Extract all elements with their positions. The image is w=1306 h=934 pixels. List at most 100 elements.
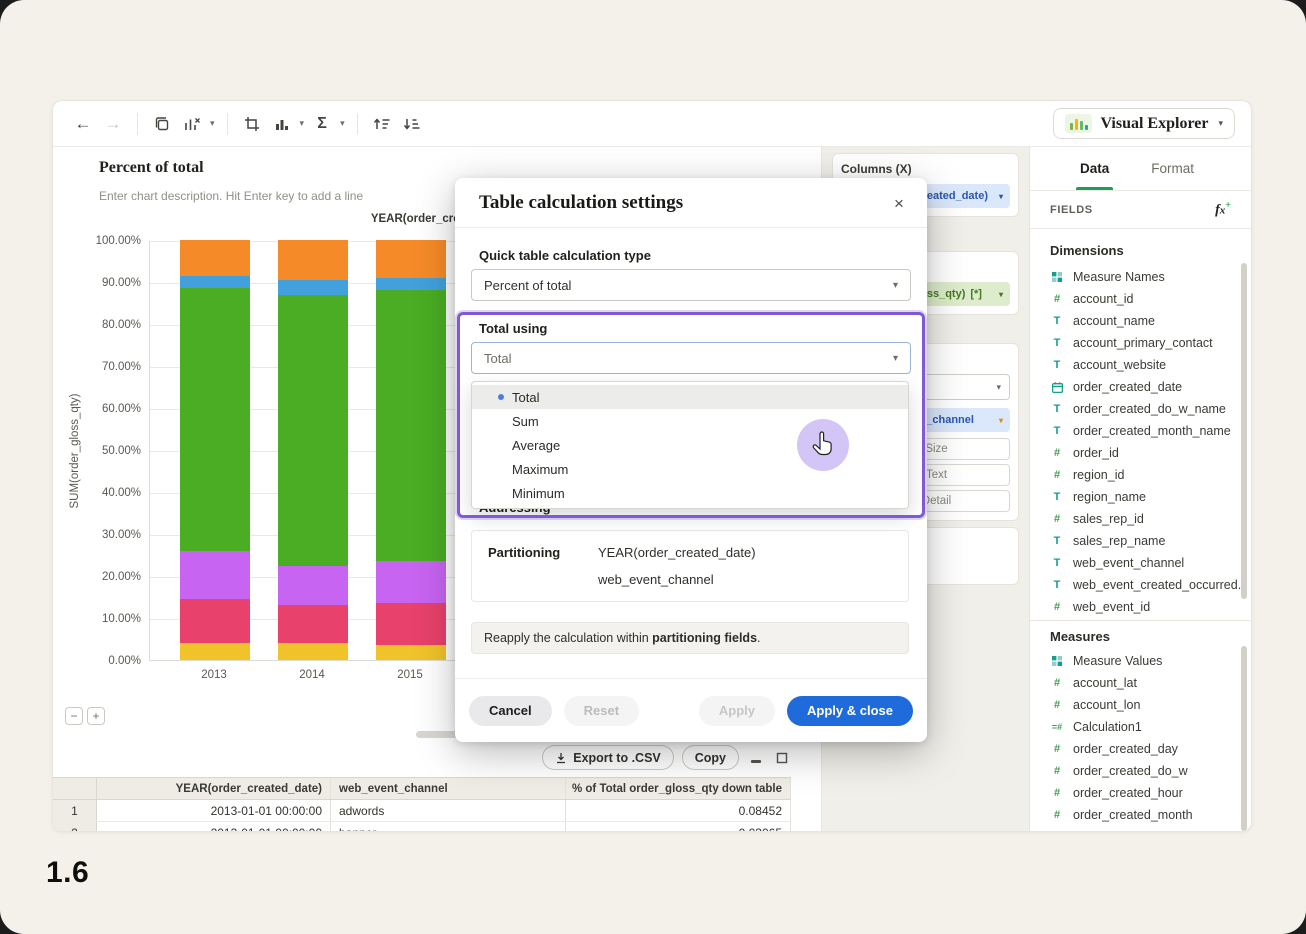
fields-divider bbox=[1030, 620, 1251, 621]
field-web_event_id[interactable]: #web_event_id bbox=[1030, 596, 1251, 618]
bar-segment-segment-orange[interactable] bbox=[180, 240, 250, 276]
y-tick-label: 40.00% bbox=[102, 487, 141, 499]
field-MeasureNames[interactable]: Measure Names bbox=[1030, 266, 1251, 288]
bar-segment-segment-yellow[interactable] bbox=[376, 645, 446, 660]
undo-back-button[interactable]: ← bbox=[69, 109, 97, 139]
sort-descending-button[interactable] bbox=[398, 109, 426, 139]
chevron-down-icon[interactable]: ▾ bbox=[338, 118, 347, 129]
add-calculation-icon[interactable]: fx+ bbox=[1215, 200, 1231, 219]
visual-explorer-menu[interactable]: Visual Explorer ▾ bbox=[1053, 108, 1235, 139]
field-web_event_channel[interactable]: Tweb_event_channel bbox=[1030, 552, 1251, 574]
field-account_id[interactable]: #account_id bbox=[1030, 288, 1251, 310]
field-MeasureValues[interactable]: Measure Values bbox=[1030, 650, 1251, 672]
toolbar-divider bbox=[357, 113, 358, 135]
field-order_created_hour[interactable]: #order_created_hour bbox=[1030, 782, 1251, 804]
field-Calculation1[interactable]: =#Calculation1 bbox=[1030, 716, 1251, 738]
field-order_created_day[interactable]: #order_created_day bbox=[1030, 738, 1251, 760]
sort-ascending-button[interactable] bbox=[368, 109, 396, 139]
chevron-down-icon[interactable]: ▾ bbox=[298, 118, 307, 129]
crop-button[interactable] bbox=[238, 109, 266, 139]
quick-calc-select[interactable]: Percent of total ▾ bbox=[471, 269, 911, 301]
tab-data[interactable]: Data bbox=[1080, 147, 1109, 190]
y-tick-label: 70.00% bbox=[102, 361, 141, 373]
bar-segment-segment-blue[interactable] bbox=[376, 278, 446, 291]
bar-segment-segment-blue[interactable] bbox=[180, 276, 250, 289]
close-icon[interactable]: × bbox=[887, 192, 911, 216]
duplicate-icon bbox=[153, 115, 171, 133]
cancel-button[interactable]: Cancel bbox=[469, 696, 552, 726]
chart-title[interactable]: Percent of total bbox=[99, 159, 204, 177]
dropdown-option-average[interactable]: Average bbox=[472, 433, 908, 457]
table-col-header bbox=[53, 778, 97, 799]
field-account_website[interactable]: Taccount_website bbox=[1030, 354, 1251, 376]
field-account_primary_contact[interactable]: Taccount_primary_contact bbox=[1030, 332, 1251, 354]
zoom-in-button[interactable]: + bbox=[87, 707, 105, 725]
field-account_lon[interactable]: #account_lon bbox=[1030, 694, 1251, 716]
bar-segment-segment-crimson[interactable] bbox=[278, 605, 348, 643]
field-region_id[interactable]: #region_id bbox=[1030, 464, 1251, 486]
stacked-bar-2015[interactable] bbox=[376, 240, 446, 660]
reset-button[interactable]: Reset bbox=[564, 696, 639, 726]
dropdown-option-minimum[interactable]: Minimum bbox=[472, 481, 908, 505]
field-region_name[interactable]: Tregion_name bbox=[1030, 486, 1251, 508]
duplicate-chart-button[interactable] bbox=[148, 109, 176, 139]
modal-footer: Cancel Reset Apply Apply & close bbox=[455, 678, 927, 742]
field-order_created_month_name[interactable]: Torder_created_month_name bbox=[1030, 420, 1251, 442]
collapse-table-button[interactable] bbox=[747, 749, 765, 767]
bar-segment-segment-orange[interactable] bbox=[376, 240, 446, 278]
bar-segment-segment-purple[interactable] bbox=[180, 551, 250, 599]
dropdown-option-sum[interactable]: Sum bbox=[472, 409, 908, 433]
field-order_created_month[interactable]: #order_created_month bbox=[1030, 804, 1251, 826]
bar-segment-segment-green[interactable] bbox=[278, 295, 348, 566]
scrollbar-thumb[interactable] bbox=[1241, 646, 1247, 831]
dropdown-option-maximum[interactable]: Maximum bbox=[472, 457, 908, 481]
bar-segment-segment-blue[interactable] bbox=[278, 280, 348, 295]
field-web_event_created_occurred[interactable]: Tweb_event_created_occurred... bbox=[1030, 574, 1251, 596]
stacked-bar-2013[interactable] bbox=[180, 240, 250, 660]
bar-segment-segment-green[interactable] bbox=[180, 288, 250, 551]
aggregate-button[interactable]: Σ bbox=[308, 109, 336, 139]
clear-chart-button[interactable] bbox=[178, 109, 206, 139]
apply-button[interactable]: Apply bbox=[699, 696, 775, 726]
measure-grid-icon bbox=[1050, 271, 1064, 283]
bar-segment-segment-yellow[interactable] bbox=[180, 643, 250, 660]
number-field-icon: # bbox=[1050, 765, 1064, 777]
field-order_created_date[interactable]: order_created_date bbox=[1030, 376, 1251, 398]
field-order_created_do_w_name[interactable]: Torder_created_do_w_name bbox=[1030, 398, 1251, 420]
bar-segment-segment-crimson[interactable] bbox=[180, 599, 250, 643]
y-tick-label: 100.00% bbox=[96, 235, 141, 247]
field-sales_rep_id[interactable]: #sales_rep_id bbox=[1030, 508, 1251, 530]
field-order_created_quarter[interactable]: #order_created_quarter bbox=[1030, 826, 1251, 831]
chart-description-placeholder[interactable]: Enter chart description. Hit Enter key t… bbox=[99, 189, 363, 203]
bar-segment-segment-orange[interactable] bbox=[278, 240, 348, 280]
chart-type-button[interactable] bbox=[268, 109, 296, 139]
redo-forward-button[interactable]: → bbox=[99, 109, 127, 139]
field-order_id[interactable]: #order_id bbox=[1030, 442, 1251, 464]
export-csv-button[interactable]: Export to .CSV bbox=[542, 745, 674, 770]
scrollbar-thumb[interactable] bbox=[1241, 263, 1247, 599]
apply-close-button[interactable]: Apply & close bbox=[787, 696, 913, 726]
tab-format[interactable]: Format bbox=[1151, 147, 1194, 190]
copy-button[interactable]: Copy bbox=[682, 745, 739, 770]
dropdown-option-total[interactable]: Total bbox=[472, 385, 908, 409]
zoom-out-button[interactable]: − bbox=[65, 707, 83, 725]
chevron-down-icon: ▾ bbox=[1218, 118, 1223, 129]
stacked-bar-2014[interactable] bbox=[278, 240, 348, 660]
bar-segment-segment-crimson[interactable] bbox=[376, 603, 446, 645]
field-account_name[interactable]: Taccount_name bbox=[1030, 310, 1251, 332]
number-field-icon: # bbox=[1050, 809, 1064, 821]
table-cell: 0.08452 bbox=[566, 800, 791, 821]
field-sales_rep_name[interactable]: Tsales_rep_name bbox=[1030, 530, 1251, 552]
expand-table-button[interactable] bbox=[773, 749, 791, 767]
text-field-icon: T bbox=[1050, 579, 1064, 591]
visual-explorer-label: Visual Explorer bbox=[1100, 115, 1208, 133]
chevron-down-icon[interactable]: ▾ bbox=[208, 118, 217, 129]
field-account_lat[interactable]: #account_lat bbox=[1030, 672, 1251, 694]
bar-segment-segment-purple[interactable] bbox=[376, 561, 446, 603]
field-order_created_do_w[interactable]: #order_created_do_w bbox=[1030, 760, 1251, 782]
bar-segment-segment-yellow[interactable] bbox=[278, 643, 348, 660]
bar-segment-segment-purple[interactable] bbox=[278, 566, 348, 606]
bar-segment-segment-green[interactable] bbox=[376, 290, 446, 561]
text-field-icon: T bbox=[1050, 425, 1064, 437]
total-using-select[interactable]: Total ▾ bbox=[471, 342, 911, 374]
